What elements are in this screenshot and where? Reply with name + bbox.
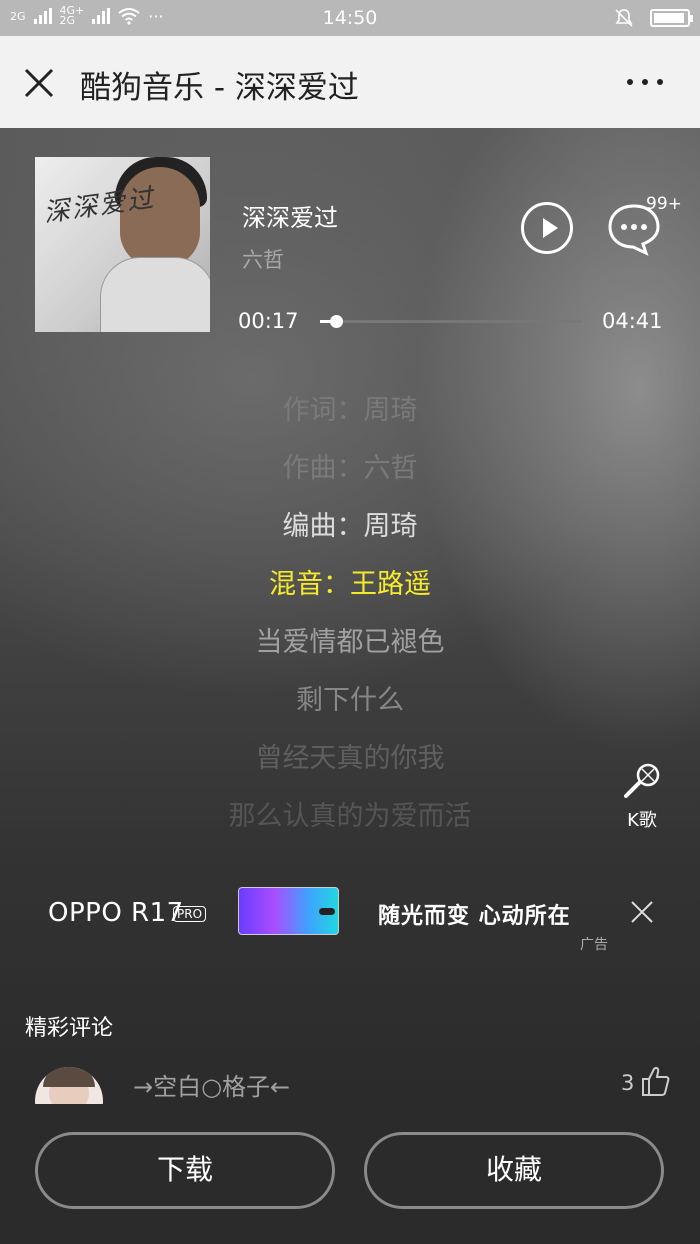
status-time: 14:50 <box>322 7 378 29</box>
ad-banner[interactable]: OPPO R17 PRO 随光而变 心动所在 广告 <box>0 868 700 958</box>
ad-tag: 广告 <box>580 937 608 953</box>
total-time: 04:41 <box>602 309 663 333</box>
more-dot <box>657 79 663 85</box>
lyric-line: 曾经天真的你我 <box>255 743 445 774</box>
comments-section-title: 精彩评论 <box>25 1016 114 1041</box>
ad-slogan: 随光而变 心动所在 <box>378 904 571 929</box>
play-button[interactable] <box>521 202 573 254</box>
microphone-icon <box>624 763 660 798</box>
ad-phone-image <box>238 887 339 935</box>
favorite-button[interactable]: 收藏 <box>364 1132 664 1209</box>
page-title: 酷狗音乐 - 深深爱过 <box>80 70 359 106</box>
bottom-action-bar: 下载 收藏 <box>0 1104 700 1244</box>
karaoke-label: K歌 <box>627 810 657 831</box>
status-bar-right <box>614 8 693 28</box>
bell-muted-icon <box>615 9 633 27</box>
cover-body-shape <box>100 257 210 332</box>
more-dot <box>627 79 633 85</box>
lyric-line: 编曲：周琦 <box>282 511 418 542</box>
battery-fill <box>654 13 685 23</box>
comment-username[interactable]: →空白○格子← <box>133 1067 290 1102</box>
ad-pro-badge: PRO <box>173 906 207 922</box>
download-button[interactable]: 下载 <box>35 1132 335 1209</box>
song-title: 深深爱过 <box>242 204 338 232</box>
comment-like-count: 3 <box>621 1071 635 1095</box>
comment-count-badge: 99+ <box>646 194 682 214</box>
ad-brand: OPPO R17 <box>48 898 184 928</box>
lyric-line: 当爱情都已褪色 <box>255 627 445 658</box>
more-dot <box>642 79 648 85</box>
lyric-line-active: 混音：王路遥 <box>269 569 431 600</box>
close-icon[interactable] <box>20 64 58 102</box>
lyric-line: 作曲：六哲 <box>282 453 418 484</box>
comment-item[interactable]: →空白○格子← 3 <box>0 1063 700 1105</box>
album-cover[interactable]: 深深爱过 <box>35 157 210 332</box>
lyric-line: 作词：周琦 <box>282 395 418 426</box>
progress-slider[interactable] <box>320 315 582 328</box>
status-bar: 2G 4G+ 2G ··· 14:50 <box>0 0 700 36</box>
song-artist[interactable]: 六哲 <box>242 244 284 274</box>
lyric-line: 剩下什么 <box>296 685 404 716</box>
ad-close-icon[interactable] <box>628 898 656 926</box>
ad-phone-camera <box>319 908 335 915</box>
player-panel: 深深爱过 深深爱过 六哲 99+ 00:17 04:41 作词：周琦 作曲：六哲… <box>0 128 700 1244</box>
lyric-line: 那么认真的为爱而活 <box>228 801 472 832</box>
title-bar: 酷狗音乐 - 深深爱过 <box>0 36 700 128</box>
thumbs-up-icon[interactable] <box>640 1065 670 1097</box>
progress-handle[interactable] <box>329 315 343 328</box>
karaoke-button[interactable]: K歌 <box>616 762 668 832</box>
current-time: 00:17 <box>238 309 299 333</box>
battery-icon <box>650 9 693 27</box>
avatar[interactable] <box>35 1067 103 1105</box>
more-options-button[interactable] <box>620 70 670 94</box>
